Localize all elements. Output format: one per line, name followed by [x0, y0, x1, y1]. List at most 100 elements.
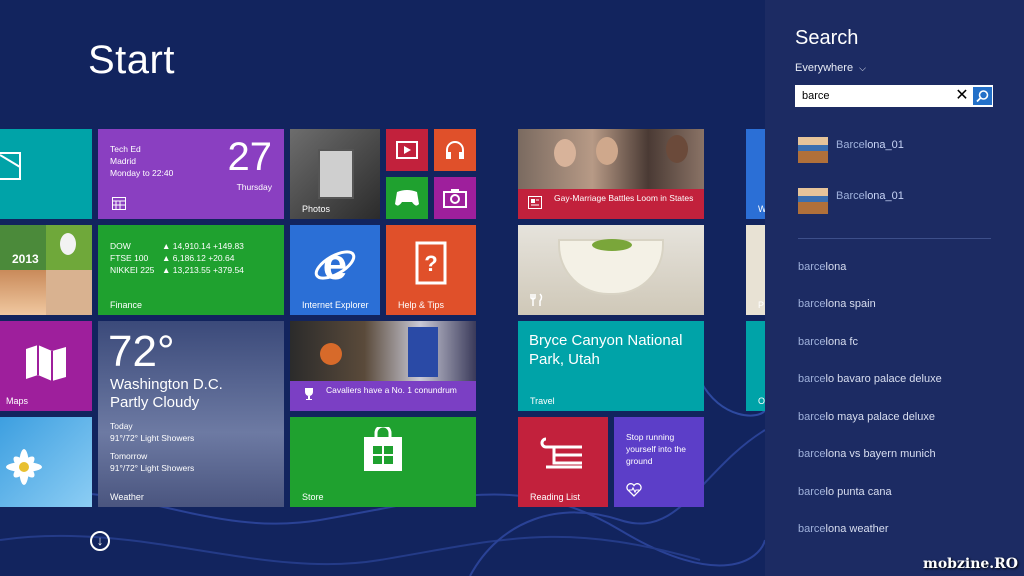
result-match: Barce — [836, 190, 865, 202]
tile-news[interactable]: Gay-Marriage Battles Loom in States — [518, 129, 704, 219]
travel-title: Bryce Canyon National Park, Utah — [529, 332, 683, 368]
tile-partial-3[interactable]: O — [746, 321, 765, 411]
finance-label: Finance — [110, 300, 143, 310]
tile-desktop[interactable] — [0, 417, 92, 507]
suggestion-rest: lona weather — [825, 523, 889, 535]
tile-photos[interactable]: Photos — [290, 129, 380, 219]
heart-pulse-icon — [626, 483, 642, 497]
chevron-down-icon: ⌵ — [859, 63, 866, 73]
store-label: Store — [302, 492, 324, 502]
calendar-icon — [112, 197, 126, 210]
tile-people[interactable]: 2013 — [0, 225, 92, 315]
result-match: Barce — [836, 139, 865, 151]
tile-partial-1[interactable]: W — [746, 129, 765, 219]
search-suggestion[interactable]: barcelona fc — [798, 336, 858, 348]
tile-maps[interactable]: Maps — [0, 321, 92, 411]
partial-tile-2-label: P — [758, 300, 765, 310]
tile-sports[interactable]: Cavaliers have a No. 1 conundrum — [290, 321, 476, 411]
people-year-label: 2013 — [12, 252, 39, 266]
search-scope-dropdown[interactable]: Everywhere ⌵ — [795, 62, 866, 74]
tile-weather[interactable]: 72° Washington D.C. Partly Cloudy Today … — [98, 321, 284, 507]
search-pane-title: Search — [795, 27, 859, 49]
search-suggestion[interactable]: barcelona weather — [798, 523, 889, 535]
mail-icon — [0, 152, 21, 180]
partial-tile-3-label: O — [758, 396, 765, 406]
calendar-weekday: Thursday — [236, 182, 272, 192]
suggestion-rest: lo bavaro palace deluxe — [825, 373, 942, 385]
svg-text:?: ? — [424, 251, 437, 276]
weather-today-forecast: 91°/72° Light Showers — [110, 433, 195, 443]
news-icon — [528, 196, 542, 209]
search-suggestion[interactable]: barcelona vs bayern munich — [798, 448, 936, 460]
trophy-icon — [305, 388, 313, 400]
search-suggestion[interactable]: barcelona — [798, 261, 846, 273]
weather-label: Weather — [110, 492, 144, 502]
finance-ftse-value: ▲ 6,186.12 +20.64 — [162, 253, 235, 263]
suggestion-rest: lona fc — [825, 336, 858, 348]
search-box: ✕ — [795, 85, 993, 107]
result-thumbnail — [798, 188, 828, 214]
suggestion-match: barce — [798, 486, 826, 498]
start-title: Start — [88, 38, 175, 82]
tile-store[interactable]: Store — [290, 417, 476, 507]
suggestion-match: barce — [798, 448, 826, 460]
scroll-down-arrow-icon[interactable]: ↓ — [90, 531, 110, 551]
tile-camera[interactable] — [434, 177, 476, 219]
weather-city: Washington D.C. — [110, 376, 223, 393]
search-suggestion[interactable]: barcelo bavaro palace deluxe — [798, 373, 942, 385]
food-garnish — [592, 239, 632, 251]
tile-video[interactable] — [386, 129, 428, 171]
tile-health[interactable]: Stop running yourself into the ground — [614, 417, 704, 507]
search-input[interactable] — [796, 86, 958, 106]
calendar-event: Tech Ed — [110, 144, 141, 154]
search-result-file[interactable]: Barcelona_01 — [798, 188, 998, 218]
tile-help-tips[interactable]: ? Help & Tips — [386, 225, 476, 315]
tile-calendar[interactable]: Tech Ed Madrid Monday to 22:40 27 Thursd… — [98, 129, 284, 219]
camera-icon — [443, 189, 467, 208]
finance-dow-name: DOW — [110, 241, 131, 251]
suggestion-match: barce — [798, 336, 826, 348]
search-scope-label: Everywhere — [795, 62, 854, 74]
suggestion-match: barce — [798, 523, 826, 535]
search-pane: Search Everywhere⌵ ✕ Barcelona_01 Barcel… — [765, 0, 1024, 576]
photos-image — [318, 149, 354, 199]
travel-label: Travel — [530, 396, 555, 406]
search-suggestion[interactable]: barcelo maya palace deluxe — [798, 411, 935, 423]
search-suggestion[interactable]: barcelona spain — [798, 298, 876, 310]
search-result-file[interactable]: Barcelona_01 — [798, 137, 998, 167]
tile-partial-2[interactable]: P — [746, 225, 765, 315]
tile-finance[interactable]: DOW ▲ 14,910.14 +149.83 FTSE 100 ▲ 6,186… — [98, 225, 284, 315]
result-rest: lona_01 — [864, 139, 904, 151]
tile-travel[interactable]: Bryce Canyon National Park, Utah Travel — [518, 321, 704, 411]
suggestion-match: barce — [798, 373, 826, 385]
tile-music[interactable] — [434, 129, 476, 171]
weather-tomorrow: Tomorrow — [110, 451, 148, 461]
tile-mail[interactable] — [0, 129, 92, 219]
reading-list-icon — [540, 437, 582, 469]
tile-games[interactable] — [386, 177, 428, 219]
news-headline: Gay-Marriage Battles Loom in States — [554, 193, 694, 203]
search-suggestion[interactable]: barcelo punta cana — [798, 486, 892, 498]
finance-nikkei-name: NIKKEI 225 — [110, 265, 155, 275]
map-icon — [26, 345, 66, 381]
headphones-icon — [446, 141, 464, 159]
suggestion-rest: lona vs bayern munich — [825, 448, 936, 460]
suggestion-rest: lo maya palace deluxe — [825, 411, 935, 423]
weather-temp: 72° — [108, 327, 175, 376]
search-button[interactable] — [972, 86, 993, 106]
divider — [798, 238, 991, 239]
svg-text:e: e — [323, 241, 347, 287]
fork-knife-icon — [530, 293, 543, 306]
finance-nikkei-value: ▲ 13,213.55 +379.54 — [162, 265, 244, 275]
weather-tomorrow-forecast: 91°/72° Light Showers — [110, 463, 195, 473]
tile-food[interactable] — [518, 225, 704, 315]
video-icon — [396, 141, 418, 159]
maps-label: Maps — [6, 396, 29, 406]
weather-today: Today — [110, 421, 133, 431]
calendar-time: Monday to 22:40 — [110, 168, 174, 178]
xbox-controller-icon — [395, 190, 419, 206]
finance-ftse-name: FTSE 100 — [110, 253, 149, 263]
tile-reading-list[interactable]: Reading List — [518, 417, 608, 507]
tile-internet-explorer[interactable]: e Internet Explorer — [290, 225, 380, 315]
clear-icon[interactable]: ✕ — [952, 86, 972, 106]
